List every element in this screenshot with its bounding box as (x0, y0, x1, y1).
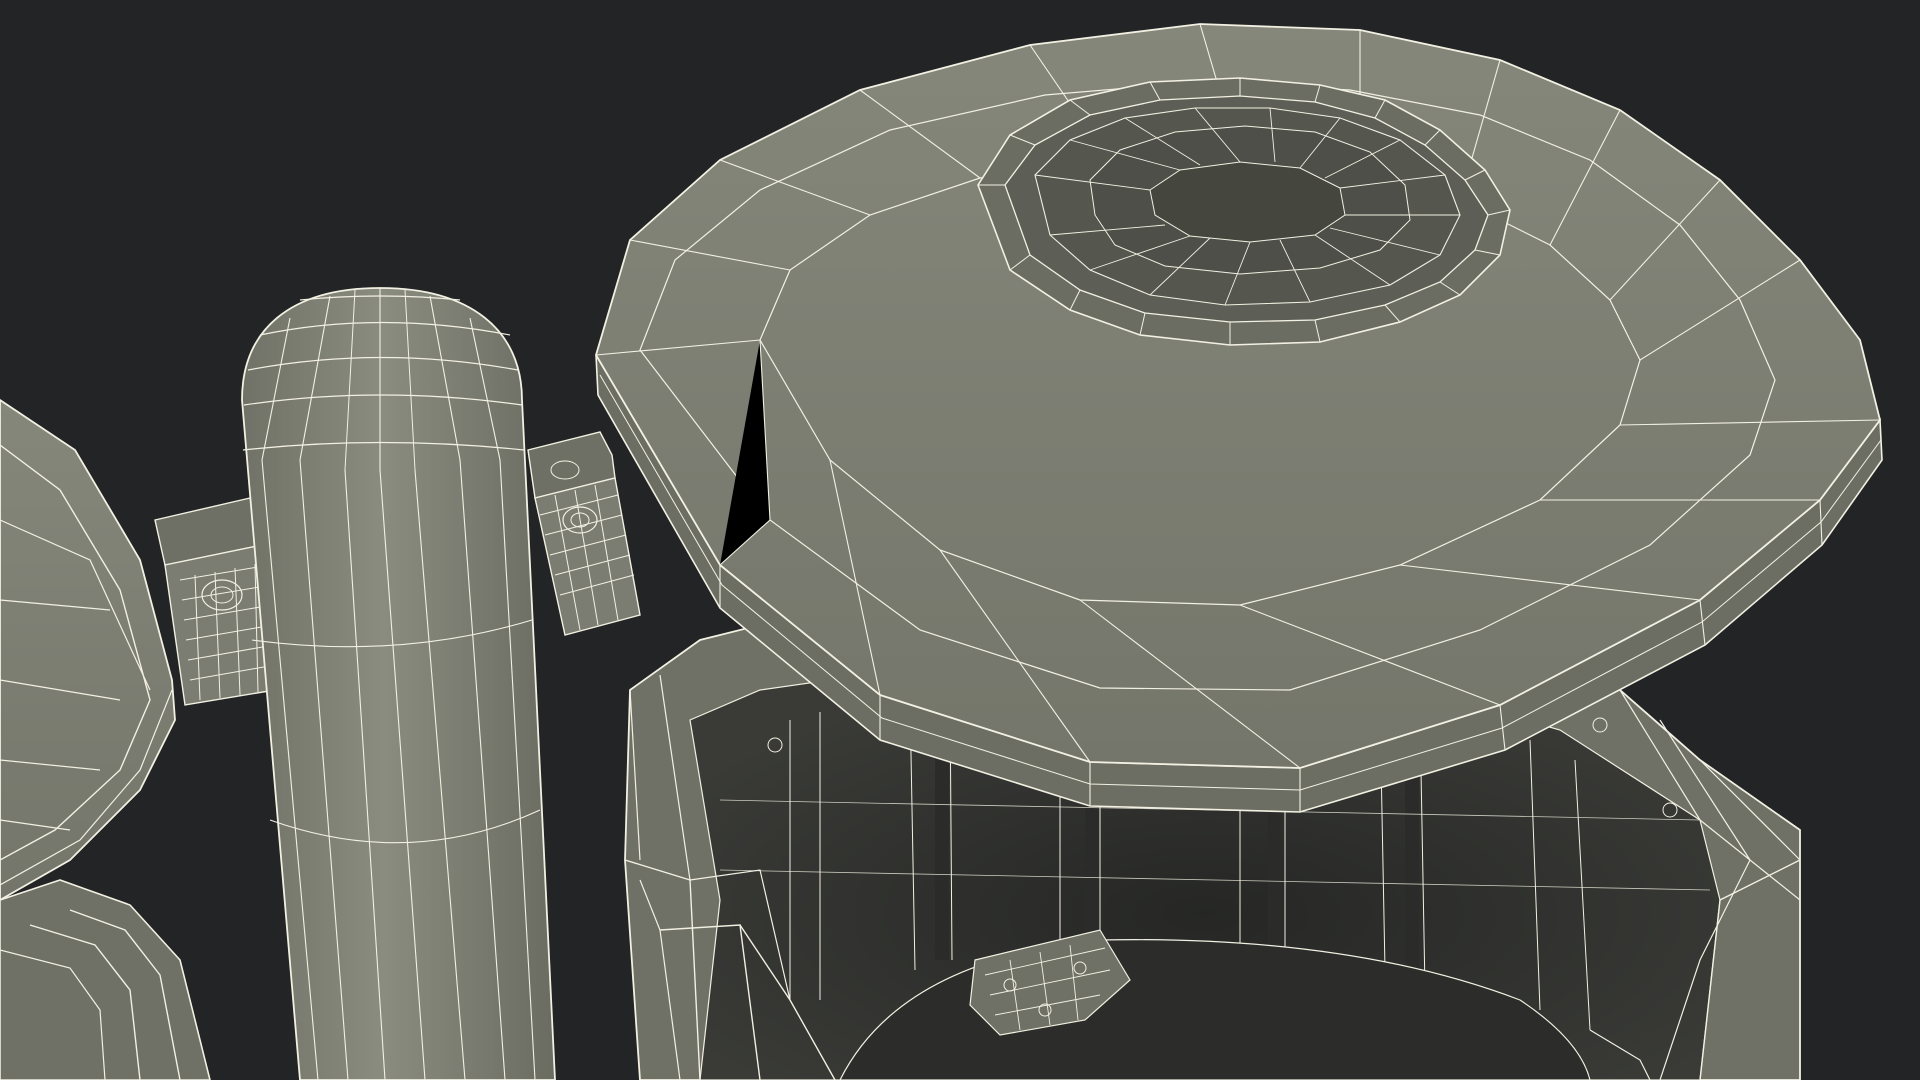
wireframe-viewport (0, 0, 1920, 1080)
left-bin-body (0, 879, 211, 1080)
center-post (241, 287, 556, 1080)
post-mount-bracket-right (527, 431, 641, 636)
left-bin-lid (0, 398, 176, 902)
wireframe-render (0, 23, 1883, 1080)
